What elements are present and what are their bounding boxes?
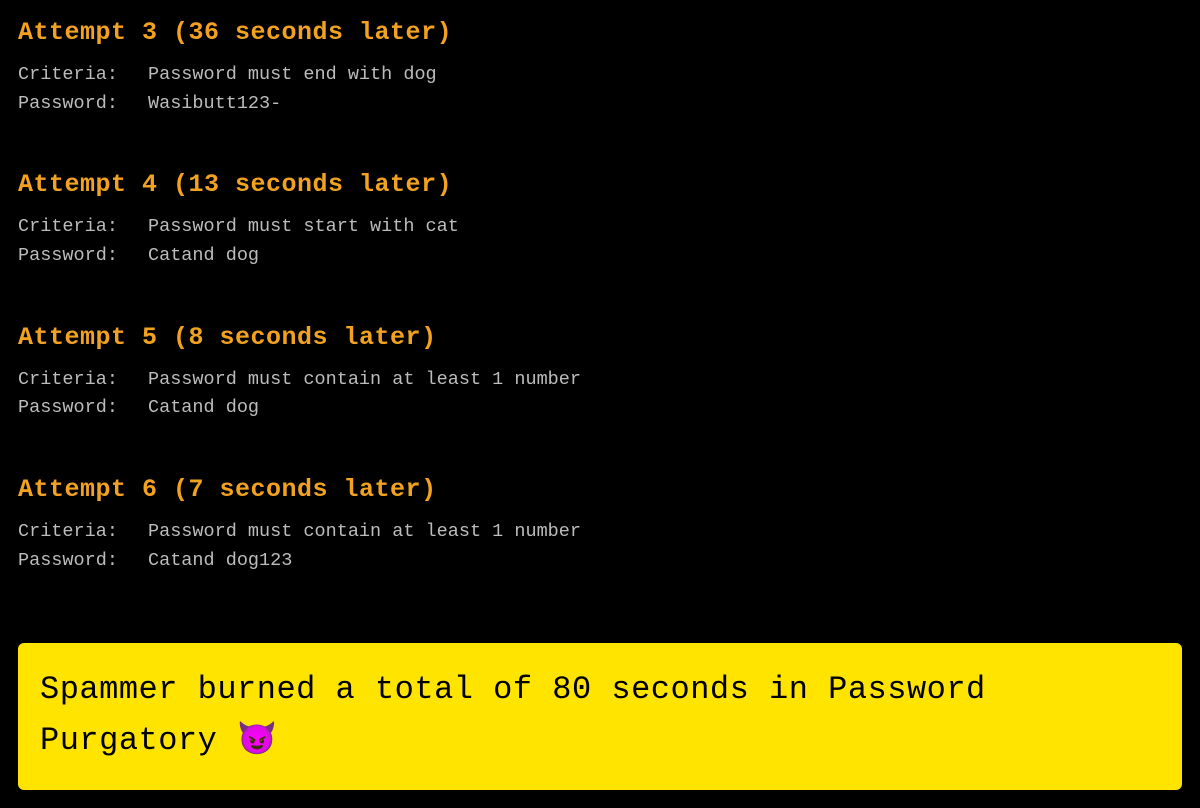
password-value: Catand dog [148, 394, 259, 423]
criteria-value: Password must contain at least 1 number [148, 366, 581, 395]
criteria-label: Criteria: [18, 366, 148, 395]
password-value: Catand dog [148, 242, 259, 271]
attempt-block: Attempt 4 (13 seconds later) Criteria: P… [18, 170, 1182, 270]
password-row: Password: Wasibutt123- [18, 90, 1182, 119]
criteria-row: Criteria: Password must contain at least… [18, 366, 1182, 395]
password-label: Password: [18, 547, 148, 576]
criteria-label: Criteria: [18, 61, 148, 90]
criteria-row: Criteria: Password must end with dog [18, 61, 1182, 90]
attempt-title: Attempt 5 (8 seconds later) [18, 323, 1182, 352]
password-row: Password: Catand dog123 [18, 547, 1182, 576]
summary-text: Spammer burned a total of 80 seconds in … [40, 671, 986, 760]
page: Attempt 3 (36 seconds later) Criteria: P… [0, 0, 1200, 575]
password-label: Password: [18, 394, 148, 423]
attempt-title: Attempt 4 (13 seconds later) [18, 170, 1182, 199]
criteria-value: Password must start with cat [148, 213, 459, 242]
password-row: Password: Catand dog [18, 242, 1182, 271]
summary-banner: Spammer burned a total of 80 seconds in … [18, 643, 1182, 790]
attempt-title: Attempt 6 (7 seconds later) [18, 475, 1182, 504]
password-label: Password: [18, 242, 148, 271]
attempt-block: Attempt 3 (36 seconds later) Criteria: P… [18, 18, 1182, 118]
password-row: Password: Catand dog [18, 394, 1182, 423]
password-value: Wasibutt123- [148, 90, 281, 119]
criteria-value: Password must end with dog [148, 61, 437, 90]
password-label: Password: [18, 90, 148, 119]
devil-emoji-icon: 😈 [237, 719, 277, 757]
criteria-row: Criteria: Password must start with cat [18, 213, 1182, 242]
attempt-title: Attempt 3 (36 seconds later) [18, 18, 1182, 47]
password-value: Catand dog123 [148, 547, 292, 576]
attempt-block: Attempt 5 (8 seconds later) Criteria: Pa… [18, 323, 1182, 423]
criteria-label: Criteria: [18, 518, 148, 547]
criteria-label: Criteria: [18, 213, 148, 242]
attempt-block: Attempt 6 (7 seconds later) Criteria: Pa… [18, 475, 1182, 575]
criteria-value: Password must contain at least 1 number [148, 518, 581, 547]
criteria-row: Criteria: Password must contain at least… [18, 518, 1182, 547]
